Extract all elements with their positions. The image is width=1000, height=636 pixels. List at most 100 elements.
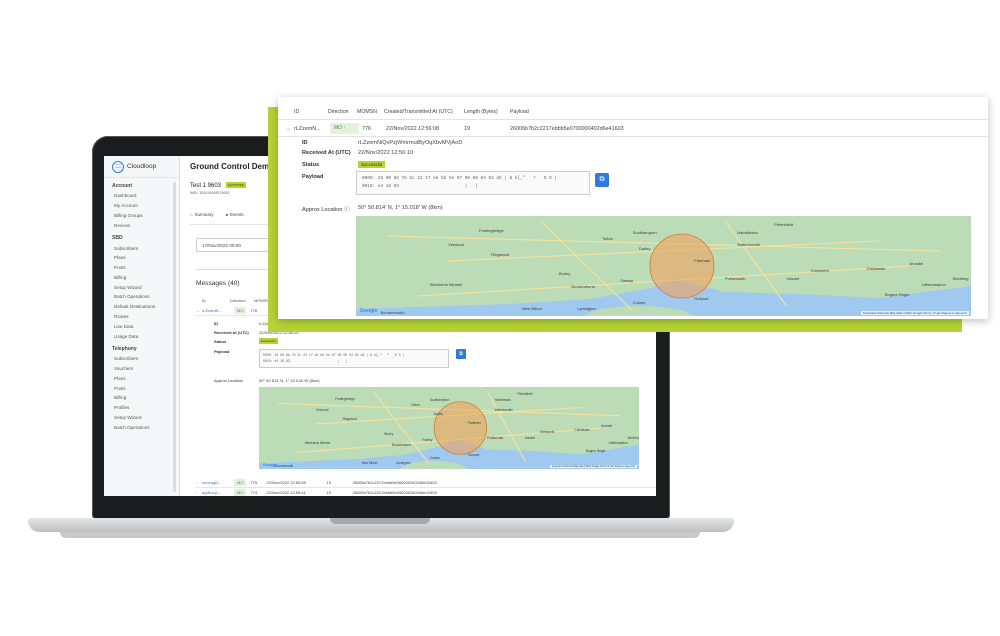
payload-ascii-2: | | xyxy=(337,359,348,363)
sidebar-item-setup-wizard[interactable]: Setup Wizard xyxy=(104,282,179,292)
received-label: Received At (UTC) xyxy=(214,330,249,335)
status-badge-success: Successful xyxy=(358,161,386,168)
col-created: Created/Transmitted At (UTC) xyxy=(384,109,453,115)
sidebar-item-usage-data[interactable]: Usage Data xyxy=(104,331,179,341)
map-place-label: Havant xyxy=(525,436,536,441)
device-imei: IMEI: 300434065573630 xyxy=(190,191,230,195)
message-id-link[interactable]: aqdKzqL... xyxy=(202,490,226,495)
map-attribution[interactable]: Keyboard shortcuts Map data ©2022 Google… xyxy=(550,465,637,468)
sidebar-item-default-destinations[interactable]: Default Destinations xyxy=(104,302,179,312)
map-place-label: Brockenhurst xyxy=(392,442,411,447)
sidebar-item-routes[interactable]: Routes xyxy=(104,312,179,322)
table-row[interactable]: › aqdKzqL... MO 774 22/Nov/2022 12:55:41… xyxy=(196,488,656,496)
payload-label: Payload xyxy=(302,174,324,180)
status-badge: ACTIVATED xyxy=(225,182,247,188)
tab-summary[interactable]: ⌂ Summary xyxy=(190,212,213,217)
map-place-label: Fordingbridge xyxy=(479,228,504,233)
map-place-label: Cowes xyxy=(632,300,645,305)
map-place-label: Fawley xyxy=(620,278,634,283)
map-place-label: Portsmouth xyxy=(487,436,504,441)
sidebar-item-billing[interactable]: Billing xyxy=(104,272,179,282)
map-place-label: Fareham xyxy=(694,258,711,263)
map-place-label: Bournemouth xyxy=(274,464,294,469)
payload-hex-1: 0000: 26 00 6b 7b 2c 22 17 eb bb 5e 07 0… xyxy=(263,353,365,357)
col-direction: Direction xyxy=(230,298,246,303)
page-title: Ground Control Demo xyxy=(190,162,274,171)
status-badge-success: Successful xyxy=(259,338,278,344)
sidebar-item-dashboard[interactable]: Dashboard xyxy=(104,191,179,201)
id-value: rLZzemNiQvPzjWmrmutByOqXbvMVjAoD xyxy=(358,140,463,146)
device-title: Test 1 9603 xyxy=(190,182,222,189)
location-radius xyxy=(433,401,488,455)
message-id-link[interactable]: rLZzemN... xyxy=(294,126,321,132)
message-id-link[interactable]: oenLogD... xyxy=(202,480,226,485)
zoomed-detail-panel: ID Direction MOMSN Created/Transmitted A… xyxy=(278,97,988,319)
tab-label: Summary xyxy=(194,212,214,217)
message-id-link[interactable]: rLZzemN... xyxy=(202,308,226,313)
map-place-label: Waterlooville xyxy=(494,408,513,413)
info-icon: ⓘ xyxy=(344,207,350,213)
sidebar-item-batch-operations[interactable]: Batch Operations xyxy=(104,422,179,432)
map-place-label: Emsworth xyxy=(540,429,555,434)
received-value: 22/Nov/2022 12:56:10 xyxy=(358,150,414,156)
map-place-label: Durley xyxy=(433,411,444,416)
id-label: ID xyxy=(214,321,218,326)
map-place-label: Worthing xyxy=(952,276,969,281)
sidebar-item-batch-operations[interactable]: Batch Operations xyxy=(104,292,179,302)
col-length: Length (Bytes) xyxy=(464,109,498,115)
sidebar-item-subscribers[interactable]: Subscribers xyxy=(104,243,179,253)
sidebar-item-billing[interactable]: Billing xyxy=(104,393,179,403)
sidebar-item-billing-groups[interactable]: Billing Groups xyxy=(104,211,179,221)
length: 19 xyxy=(326,490,331,495)
sidebar-item-setup-wizard[interactable]: Setup Wizard xyxy=(104,413,179,423)
map-attribution[interactable]: Keyboard shortcuts Map data ©2022 Google… xyxy=(860,311,969,315)
bell-icon: ● xyxy=(225,212,229,217)
map-place-label: Burley xyxy=(384,432,394,437)
map-place-label: New Milton xyxy=(361,460,378,465)
sidebar-item-subscribers[interactable]: Subscribers xyxy=(104,354,179,364)
map-place-label: Brockenhurst xyxy=(571,284,595,289)
ground-control-logo-icon: Ground Control xyxy=(112,160,124,173)
map-place-label: Wimborne Minster xyxy=(304,441,331,446)
brand[interactable]: Ground Control Cloudloop xyxy=(104,156,179,178)
table-row-expanded[interactable]: ⌄ rLZzemN... MO ↑ 776 22/Nov/2022 12:56:… xyxy=(278,119,988,137)
payload-ascii-2: | | xyxy=(464,184,478,189)
sidebar-item-plans[interactable]: Plans xyxy=(104,253,179,263)
direction-text: MO xyxy=(334,125,343,131)
momsn: 776 xyxy=(250,308,258,313)
copy-icon[interactable]: ⧉ xyxy=(595,173,609,187)
table-row[interactable]: › oenLogD... MO 775 22/Nov/2022 12:55:59… xyxy=(196,478,656,488)
col-id: ID xyxy=(202,298,206,303)
messages-heading: Messages (40) xyxy=(196,280,240,287)
sidebar-item-pools[interactable]: Pools xyxy=(104,383,179,393)
location-map[interactable]: Southampton Portsmouth Fordingbridge Ringwo… xyxy=(356,216,971,316)
payload-hex-1: 0000: 26 00 6b 7b 2c 22 17 eb bb 5e 07 0… xyxy=(362,176,502,181)
home-icon: ⌂ xyxy=(190,212,193,217)
map-place-label: Verwood xyxy=(448,242,464,247)
map-place-label: Bournemouth xyxy=(380,310,405,315)
sidebar-scrollbar[interactable] xyxy=(173,182,176,492)
tab-events[interactable]: ● Events xyxy=(225,212,243,217)
sidebar-item-live-data[interactable]: Live Data xyxy=(104,321,179,331)
location-map[interactable]: Southampton Portsmouth Fordingbridge Ringwo… xyxy=(259,387,639,469)
sidebar-item-pools[interactable]: Pools xyxy=(104,263,179,273)
map-place-label: Southampton xyxy=(430,398,449,403)
sidebar-item-plans[interactable]: Plans xyxy=(104,374,179,384)
payload-label: Payload xyxy=(214,349,230,354)
payload-ascii-1: | & k{," ^ D D | xyxy=(366,353,405,357)
sidebar-item-devices[interactable]: Devices xyxy=(104,220,179,230)
map-place-label: Lymington xyxy=(395,460,411,465)
payload-viewer: 0000: 26 00 6b 7b 2c 22 17 eb bb 5e 07 0… xyxy=(259,349,449,368)
map-place-label: Waterlooville xyxy=(737,242,761,247)
sidebar-item-vouchers[interactable]: Vouchers xyxy=(104,364,179,374)
col-momsn: MOMSN xyxy=(357,109,377,115)
sidebar-item-my-account[interactable]: My Account xyxy=(104,201,179,211)
id-label: ID xyxy=(302,140,308,146)
marketing-composite: Ground Control Cloudloop Account Dashboar… xyxy=(0,0,1000,636)
momsn: 776 xyxy=(362,126,371,132)
copy-icon[interactable]: ⧉ xyxy=(456,349,466,359)
created-at: 22/Nov/2022 12:55:41 xyxy=(266,490,306,495)
map-place-label: Littlehampton xyxy=(608,441,628,446)
map-place-label: Chichester xyxy=(866,266,886,271)
sidebar-item-profiles[interactable]: Profiles xyxy=(104,403,179,413)
